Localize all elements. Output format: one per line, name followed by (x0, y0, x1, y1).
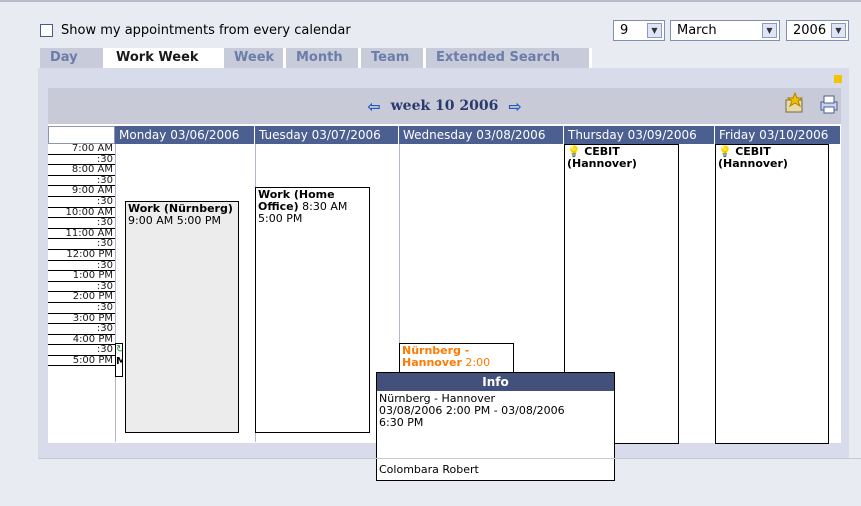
info-tooltip-line: 6:30 PM (379, 416, 424, 429)
week-label: week 10 2006 (390, 98, 499, 114)
show-all-calendars-label: Show my appointments from every calendar (61, 22, 351, 38)
tab-work-week[interactable]: Work Week (106, 48, 224, 68)
tab-week[interactable]: Week (224, 48, 286, 68)
top-border (0, 0, 861, 2)
month-select[interactable]: March ▼ (670, 20, 780, 41)
week-navigation-bar: ⇦ week 10 2006 ⇨ (48, 88, 841, 124)
day-header-friday[interactable]: Friday 03/10/2006 (715, 126, 841, 144)
footer-divider (38, 458, 861, 459)
appointment-wednesday-time: 2:00 (465, 356, 491, 369)
appointment-monday-small-label: M (116, 356, 122, 367)
info-tooltip-owner: Colombara Robert (379, 463, 479, 476)
show-all-calendars-row[interactable]: Show my appointments from every calendar (40, 20, 351, 40)
info-tooltip-title: Info (377, 373, 614, 391)
tab-day[interactable]: Day (40, 48, 106, 68)
view-tabs: Day Work Week Week Month Team Extended S… (40, 48, 592, 68)
status-indicator-icon (834, 75, 842, 83)
year-select[interactable]: 2006 ▼ (786, 20, 849, 41)
time-column: 7:00 AM :30 8:00 AM :30 9:00 AM :30 10:0… (48, 143, 115, 367)
right-arrow-icon[interactable]: ⇨ (508, 97, 521, 116)
info-tooltip-body: Nürnberg - Hannover 03/08/2006 2:00 PM -… (377, 391, 614, 431)
day-header-wednesday[interactable]: Wednesday 03/08/2006 (399, 126, 564, 144)
toolbar-icons (783, 91, 841, 116)
tab-month[interactable]: Month (286, 48, 361, 68)
appointment-monday-small[interactable]: ↻ M (115, 343, 123, 377)
tab-team[interactable]: Team (361, 48, 426, 68)
day-select[interactable]: 9 ▼ (613, 20, 665, 41)
day-header-tuesday[interactable]: Tuesday 03/07/2006 (255, 126, 399, 144)
time-slot: :30 (48, 196, 115, 208)
new-appointment-icon[interactable] (783, 91, 807, 116)
info-tooltip: Info Nürnberg - Hannover 03/08/2006 2:00… (376, 372, 615, 481)
time-slot: 7:00 AM (48, 143, 115, 155)
chevron-down-icon: ▼ (762, 23, 777, 38)
repeat-icon: ↻ (116, 344, 122, 355)
time-slot: 5:00 PM (48, 355, 115, 367)
time-slot: 12:00 PM (48, 249, 115, 261)
day-select-value: 9 (620, 23, 629, 38)
print-icon[interactable] (817, 92, 841, 116)
appointment-monday[interactable]: Work (Nürnberg) 9:00 AM 5:00 PM (125, 201, 239, 433)
year-select-value: 2006 (793, 23, 827, 38)
left-arrow-icon[interactable]: ⇦ (367, 97, 380, 116)
month-select-value: March (677, 23, 717, 38)
tab-extended-search[interactable]: Extended Search (426, 48, 592, 68)
appointment-tuesday[interactable]: Work (Home Office) 8:30 AM 5:00 PM (255, 187, 370, 433)
day-header-thursday[interactable]: Thursday 03/09/2006 (564, 126, 715, 144)
appointment-monday-time: 9:00 AM 5:00 PM (128, 214, 222, 227)
corner-cell (48, 126, 115, 144)
show-all-calendars-checkbox[interactable] (40, 23, 53, 37)
day-header-monday[interactable]: Monday 03/06/2006 (115, 126, 255, 144)
appointment-wednesday[interactable]: Nürnberg - Hannover 2:00 (399, 343, 514, 375)
appointment-friday[interactable]: 💡 CEBIT (Hannover) (715, 144, 829, 444)
time-slot: :30 (48, 302, 115, 314)
appointment-wednesday-title: Nürnberg - Hannover (402, 344, 470, 369)
chevron-down-icon: ▼ (831, 23, 846, 38)
chevron-down-icon: ▼ (647, 23, 662, 38)
